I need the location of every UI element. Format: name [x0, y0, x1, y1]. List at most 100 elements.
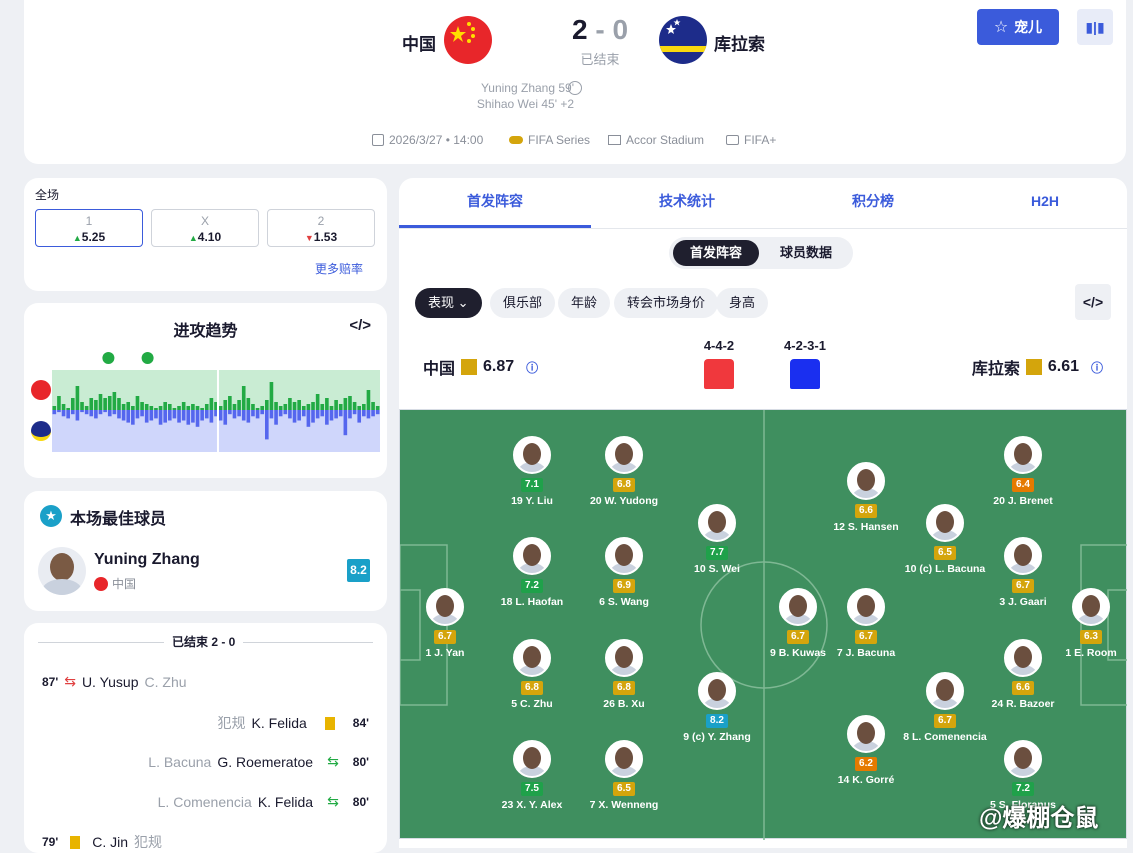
- star-badge-icon: ★: [40, 505, 62, 527]
- goal-marker-icon: [141, 352, 154, 364]
- player-name: 24 R. Bazoer: [991, 698, 1055, 710]
- player-card[interactable]: 6.6 24 R. Bazoer: [978, 639, 1068, 710]
- event-row[interactable]: 79' C. Jin 犯规: [42, 832, 162, 852]
- player-card[interactable]: 7.5 23 X. Y. Alex: [487, 740, 577, 811]
- info-icon[interactable]: ⓘ: [1091, 359, 1103, 376]
- home-team-name[interactable]: 中国: [402, 30, 436, 55]
- competition[interactable]: FIFA Series: [509, 133, 590, 147]
- filter-performance[interactable]: 表现 ⌄: [415, 288, 482, 318]
- player-card[interactable]: 6.7 1 J. Yan: [400, 588, 490, 659]
- compare-button[interactable]: ▮|▮: [1077, 9, 1113, 45]
- odds-home[interactable]: 1 ▲5.25: [35, 209, 143, 247]
- player-rating: 8.2: [706, 714, 728, 728]
- player-name: 10 S. Wei: [694, 563, 740, 575]
- tab-lineup[interactable]: 首发阵容: [399, 178, 591, 228]
- home-bar: [274, 402, 278, 410]
- away-bar: [292, 410, 297, 423]
- away-bar: [246, 410, 251, 423]
- more-odds-link[interactable]: 更多赔率: [315, 260, 363, 277]
- home-bar: [251, 404, 255, 410]
- home-bar: [200, 408, 204, 410]
- player-card[interactable]: 6.7 3 J. Gaari: [978, 537, 1068, 608]
- player-card[interactable]: 6.8 5 C. Zhu: [487, 639, 577, 710]
- away-bar: [348, 410, 352, 419]
- subtab-player-data[interactable]: 球员数据: [763, 240, 849, 266]
- yellow-card-icon: [324, 716, 335, 730]
- odds-away[interactable]: 2 ▼1.53: [267, 209, 375, 247]
- embed-code-icon[interactable]: </>: [349, 317, 371, 334]
- venue[interactable]: Accor Stadium: [608, 133, 704, 147]
- away-bar: [343, 410, 348, 436]
- away-bar: [209, 410, 214, 423]
- player-rating: 6.8: [521, 681, 543, 695]
- broadcast[interactable]: FIFA+: [726, 133, 776, 147]
- match-score: 2 - 0: [550, 14, 650, 46]
- player-card[interactable]: 6.2 14 K. Gorré: [821, 715, 911, 786]
- player-card[interactable]: 6.7 9 B. Kuwas: [753, 588, 843, 659]
- event-row[interactable]: 犯规 K. Felida 84': [218, 713, 369, 733]
- player-card[interactable]: 6.4 20 J. Brenet: [978, 436, 1068, 507]
- filter-market-value[interactable]: 转会市场身价: [614, 288, 719, 318]
- away-team-name[interactable]: 库拉索: [714, 30, 765, 55]
- player-name: 19 Y. Liu: [511, 495, 553, 507]
- event-row[interactable]: 87' ⇆ U. Yusup C. Zhu: [42, 673, 187, 690]
- home-bar: [177, 406, 181, 410]
- event-row[interactable]: L. Comenencia K. Felida ⇆ 80': [158, 793, 369, 810]
- home-bar: [163, 402, 167, 410]
- away-bar: [218, 410, 223, 421]
- home-bar: [325, 398, 329, 410]
- player-rating: 7.1: [521, 478, 543, 492]
- event-label: 犯规: [134, 834, 162, 850]
- player-card[interactable]: 7.7 10 S. Wei: [672, 504, 762, 575]
- filter-age[interactable]: 年龄: [558, 288, 611, 318]
- odds-draw[interactable]: X ▲4.10: [151, 209, 259, 247]
- tab-standings[interactable]: 积分榜: [783, 178, 963, 228]
- player-name: 14 K. Gorré: [837, 774, 895, 786]
- best-player-card[interactable]: ★ 本场最佳球员 Yuning Zhang 中国 8.2: [24, 491, 387, 611]
- player-card[interactable]: 8.2 9 (c) Y. Zhang: [672, 672, 762, 743]
- home-bar: [269, 382, 274, 410]
- away-bar: [288, 410, 292, 419]
- home-bar: [117, 398, 121, 410]
- player-card[interactable]: 6.8 20 W. Yudong: [579, 436, 669, 507]
- momentum-card: 进攻趋势 </>: [24, 303, 387, 478]
- home-bar: [375, 406, 380, 410]
- up-arrow-icon: ▲: [188, 233, 198, 243]
- curacao-flag-icon: [659, 16, 707, 64]
- player-card[interactable]: 6.6 12 S. Hansen: [821, 462, 911, 533]
- filter-club[interactable]: 俱乐部: [490, 288, 556, 318]
- player-card[interactable]: 6.9 6 S. Wang: [579, 537, 669, 608]
- away-bar: [375, 410, 380, 415]
- event-row[interactable]: L. Bacuna G. Roemeratoe ⇆ 80': [148, 753, 369, 770]
- player-rating: 6.2: [855, 757, 877, 771]
- player-avatar: [698, 672, 736, 710]
- player-card[interactable]: 6.5 10 (c) L. Bacuna: [900, 504, 990, 575]
- match-header: 中国 2 - 0 已结束 库拉索 Yuning Zhang 59' Shihao…: [24, 0, 1126, 164]
- subtab-lineup[interactable]: 首发阵容: [673, 240, 759, 266]
- player-avatar: [513, 639, 551, 677]
- embed-code-icon[interactable]: </>: [1075, 284, 1111, 320]
- player-card[interactable]: 7.1 19 Y. Liu: [487, 436, 577, 507]
- player-avatar: [605, 740, 643, 778]
- home-bar: [98, 394, 103, 410]
- favorite-button[interactable]: ☆ 宠儿: [977, 9, 1059, 45]
- home-bar: [357, 406, 362, 410]
- player-rating: 6.3: [1080, 630, 1102, 644]
- chip-label: 表现: [428, 295, 455, 310]
- player-card[interactable]: 6.5 7 X. Wenneng: [579, 740, 669, 811]
- filter-height[interactable]: 身高: [716, 288, 769, 318]
- away-bar: [131, 410, 135, 425]
- away-bar: [98, 410, 103, 415]
- player-card[interactable]: 6.7 8 L. Comenencia: [900, 672, 990, 743]
- home-team-label: 中国: [423, 361, 456, 378]
- score-separator: -: [595, 14, 605, 45]
- info-icon[interactable]: ⓘ: [526, 359, 538, 376]
- player-name: 1 J. Yan: [425, 647, 465, 659]
- player-card[interactable]: 6.8 26 B. Xu: [579, 639, 669, 710]
- tab-stats[interactable]: 技术统计: [591, 178, 783, 228]
- competition-text: FIFA Series: [528, 133, 591, 147]
- tab-h2h[interactable]: H2H: [963, 178, 1127, 228]
- player-rating: 6.6: [1012, 681, 1034, 695]
- player-card[interactable]: 7.2 18 L. Haofan: [487, 537, 577, 608]
- momentum-chart: [52, 352, 380, 452]
